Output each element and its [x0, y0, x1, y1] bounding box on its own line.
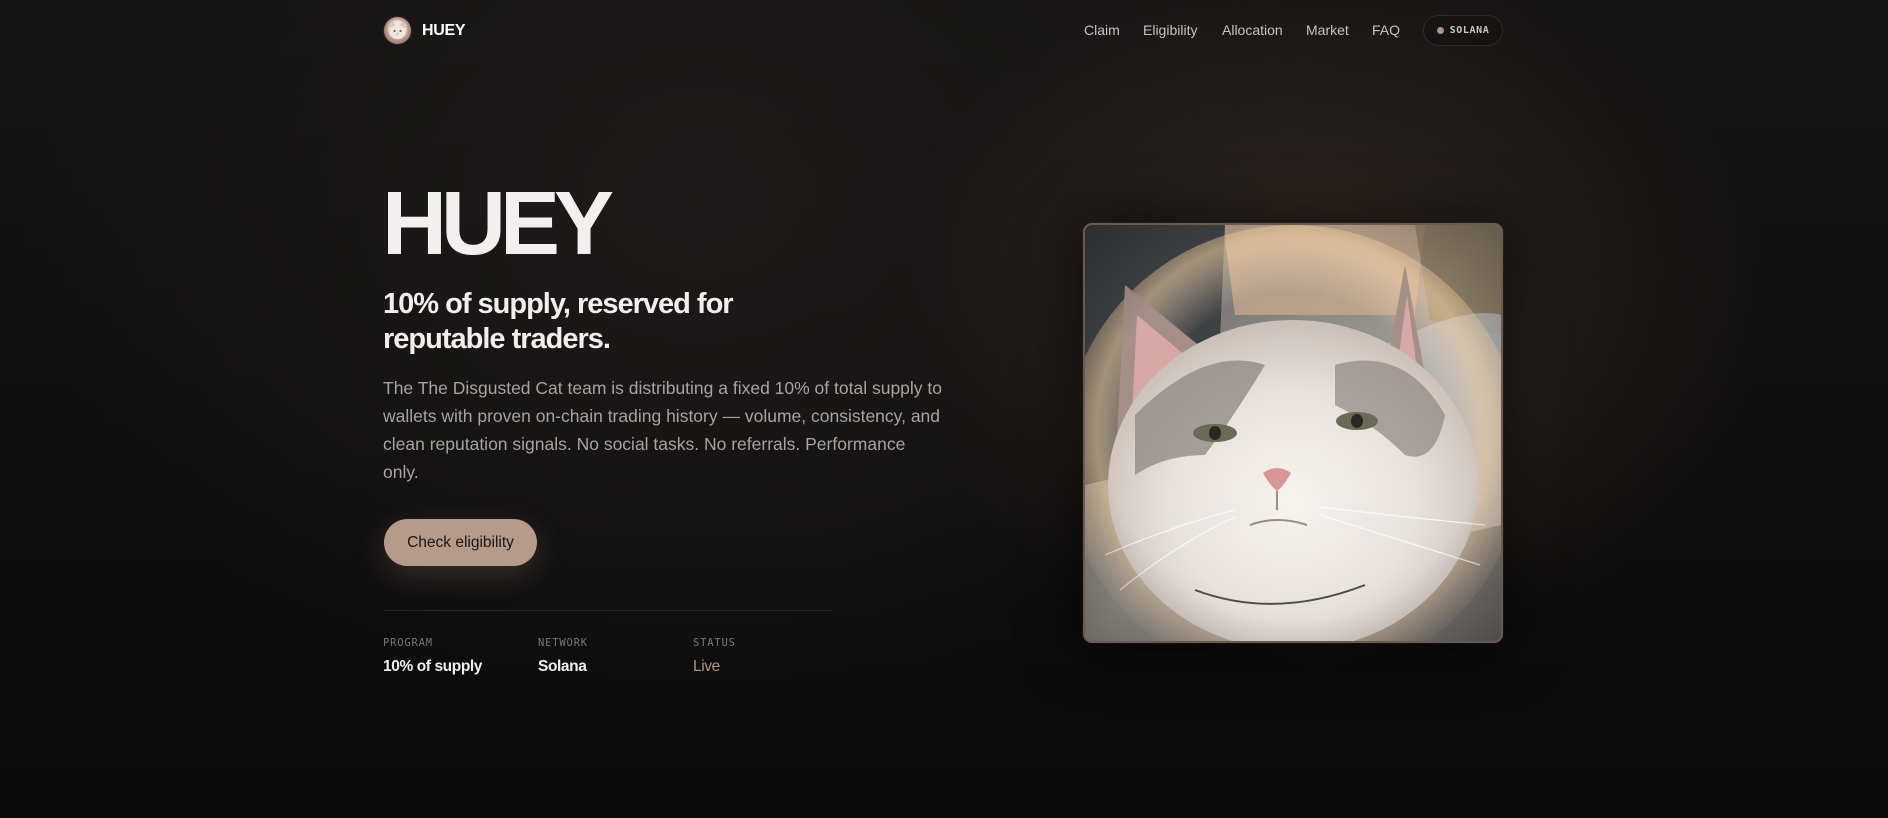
nav-link-claim[interactable]: Claim	[1084, 22, 1120, 38]
cat-image	[1083, 223, 1503, 643]
hero-title: HUEY	[382, 174, 614, 274]
stat-value: Solana	[538, 658, 587, 675]
stat-label: PROGRAM	[383, 637, 433, 649]
network-badge-label: SOLANA	[1449, 25, 1490, 36]
top-nav: HUEY Claim Eligibility Allocation Market…	[0, 0, 1888, 62]
nav-link-faq[interactable]: FAQ	[1372, 22, 1400, 38]
hero-subtitle: 10% of supply, reserved for reputable tr…	[383, 288, 734, 355]
status-value: Live	[693, 658, 720, 675]
hero-description: The The Disgusted Cat team is distributi…	[383, 378, 943, 482]
status-dot-icon	[1436, 27, 1444, 34]
network-badge[interactable]: SOLANA	[1423, 15, 1503, 46]
stat-label: NETWORK	[538, 637, 588, 649]
nav-link-market[interactable]: Market	[1306, 22, 1349, 38]
stat-status: STATUS Live	[693, 637, 736, 676]
stat-network: NETWORK Solana	[538, 637, 588, 676]
stat-program: PROGRAM 10% of supply	[383, 637, 482, 676]
nav-link-eligibility[interactable]: Eligibility	[1143, 22, 1197, 38]
nav-links: Claim Eligibility Allocation Market FAQ	[0, 22, 1888, 42]
stats-divider	[383, 610, 833, 611]
check-eligibility-button[interactable]: Check eligibility	[384, 519, 537, 566]
stat-label: STATUS	[693, 637, 736, 649]
nav-link-allocation[interactable]: Allocation	[1222, 22, 1283, 38]
stat-value: 10% of supply	[383, 658, 483, 675]
